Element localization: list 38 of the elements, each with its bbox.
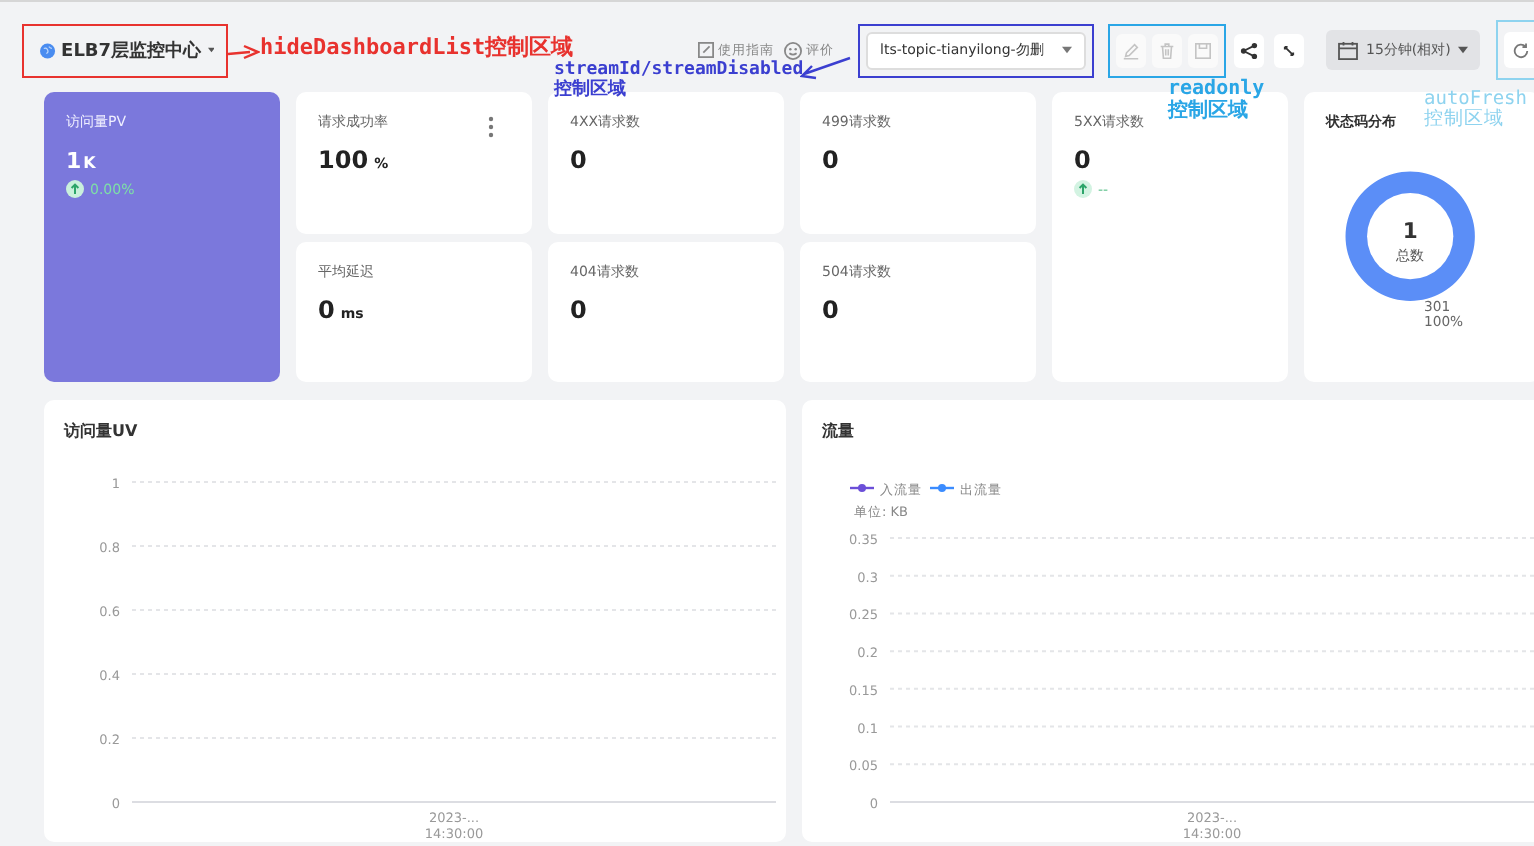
globe-icon: [40, 39, 56, 61]
annotation-text: hideDashboardList控制区域: [260, 36, 574, 60]
metric-value: 0: [822, 146, 839, 174]
annotation-text: 控制区域: [1168, 100, 1248, 122]
annotation-text: autoFresh: [1424, 90, 1527, 110]
chart-title: 流量: [822, 420, 854, 442]
share-button[interactable]: [1234, 33, 1264, 67]
refresh-icon: [1512, 41, 1531, 59]
more-icon[interactable]: [488, 116, 494, 138]
caret-icon: [1062, 46, 1072, 54]
metric-value: 0: [1074, 146, 1091, 174]
annotation-text: 控制区域: [554, 81, 626, 102]
pencil-icon: [1122, 41, 1140, 59]
donut-total: 1: [1402, 218, 1418, 245]
metric-value: 0: [822, 295, 839, 323]
chart-title: 访问量UV: [64, 420, 138, 442]
share-icon: [1240, 41, 1258, 59]
trash-icon: [1158, 41, 1176, 59]
annotation-text: readonly: [1168, 78, 1265, 100]
metric-value: 1 K: [66, 148, 96, 174]
calendar-icon: [1338, 41, 1358, 59]
annotation-arrow: [228, 44, 260, 60]
caret-icon: [1458, 46, 1469, 54]
edit-note-icon: [698, 42, 714, 58]
annotation-text: streamId/streamDisabled: [554, 62, 804, 80]
save-icon: [1194, 41, 1212, 59]
expand-icon: [1282, 43, 1296, 57]
annotation-arrow: [800, 56, 852, 80]
fullscreen-button[interactable]: [1274, 33, 1304, 67]
caret-icon[interactable]: [207, 46, 214, 54]
metric-value: 0: [570, 295, 587, 323]
smiley-icon: [784, 41, 802, 59]
annotation-text: 控制区域: [1424, 110, 1504, 132]
donut-hole: [1367, 193, 1454, 280]
metric-value: 0: [570, 146, 587, 174]
up-arrow-icon: [66, 180, 84, 198]
up-arrow-icon: [1074, 180, 1092, 198]
dashboard-title[interactable]: ELB7层监控中心: [61, 37, 202, 63]
